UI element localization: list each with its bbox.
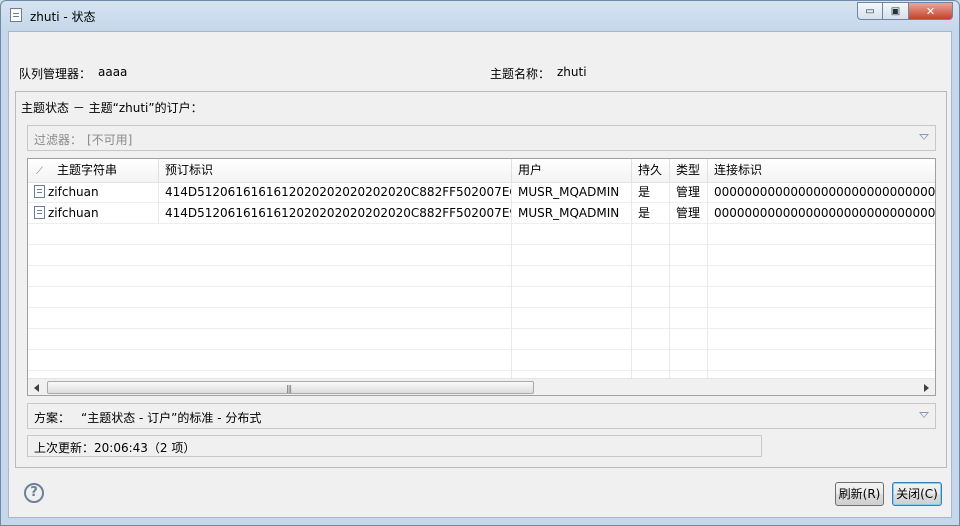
group-title: 主题状态 － 主题“zhuti”的订户： — [21, 101, 203, 115]
topic-name-value: zhuti — [557, 65, 587, 79]
scheme-dropdown[interactable]: 方案： “主题状态 - 订户”的标准 - 分布式 — [27, 403, 936, 429]
topic-name-label: 主题名称： — [490, 67, 551, 81]
column-header-user[interactable]: 用户 — [512, 159, 632, 182]
cell-topic-string: zifchuan — [28, 203, 159, 224]
document-icon — [34, 206, 45, 219]
column-header-subscription-id[interactable]: 预订标识 — [159, 159, 512, 182]
refresh-button[interactable]: 刷新(R) — [835, 482, 884, 506]
cell-type: 管理 — [670, 203, 708, 224]
column-header-durable[interactable]: 持久 — [632, 159, 670, 182]
column-divider — [512, 224, 632, 378]
cell-durable: 是 — [632, 182, 670, 203]
close-button[interactable]: 关闭(C) — [892, 482, 942, 506]
column-divider — [632, 224, 670, 378]
horizontal-scrollbar[interactable]: ||| — [28, 378, 935, 395]
filter-value: [不可用] — [87, 133, 133, 147]
cell-type: 管理 — [670, 182, 708, 203]
dialog-window: zhuti - 状态 ▭ ▣ ✕ 队列管理器： aaaa 主题名称： zhuti… — [0, 0, 960, 526]
cell-durable: 是 — [632, 203, 670, 224]
last-update-text: 上次更新：20:06:43（2 项） — [34, 441, 196, 455]
filter-dropdown[interactable]: 过滤器： [不可用] — [27, 125, 936, 151]
minimize-icon: ▭ — [865, 5, 875, 17]
cell-user: MUSR_MQADMIN — [512, 203, 632, 224]
column-header-topic-string[interactable]: ⟋ 主题字符串 — [28, 159, 159, 182]
table-header: ⟋ 主题字符串 预订标识 用户 持久 类型 连接标识 — [28, 159, 935, 183]
subscribers-group: 主题状态 － 主题“zhuti”的订户： 过滤器： [不可用] ⟋ 主题字符串 预… — [15, 91, 947, 468]
close-window-button[interactable]: ✕ — [909, 2, 953, 20]
dialog-client-area: 队列管理器： aaaa 主题名称： zhuti 主题状态 － 主题“zhuti”… — [8, 31, 952, 518]
scroll-left-icon[interactable] — [34, 384, 39, 392]
maximize-icon: ▣ — [890, 5, 901, 17]
close-icon: ✕ — [925, 4, 936, 18]
filter-label: 过滤器： — [34, 133, 83, 147]
scroll-right-icon[interactable] — [924, 384, 929, 392]
cell-connection-id: 0000000000000000000000000000000000000000… — [714, 206, 936, 220]
column-header-type[interactable]: 类型 — [670, 159, 708, 182]
queue-manager-label: 队列管理器： — [19, 67, 92, 81]
sort-icon: ⟋ — [36, 166, 43, 177]
window-title: zhuti - 状态 — [30, 10, 96, 24]
caption-buttons: ▭ ▣ ✕ — [857, 2, 953, 20]
document-icon — [34, 185, 45, 198]
cell-topic-string: zifchuan — [28, 182, 159, 203]
chevron-down-icon[interactable] — [919, 134, 929, 140]
subscribers-table[interactable]: ⟋ 主题字符串 预订标识 用户 持久 类型 连接标识 zifchuan 414D5… — [27, 158, 936, 396]
scheme-value: “主题状态 - 订户”的标准 - 分布式 — [81, 411, 262, 425]
cell-user: MUSR_MQADMIN — [512, 182, 632, 203]
chevron-down-icon[interactable] — [919, 412, 929, 418]
maximize-button[interactable]: ▣ — [883, 2, 909, 20]
scrollbar-thumb[interactable]: ||| — [47, 381, 534, 394]
document-icon — [10, 8, 22, 22]
status-bar: 上次更新：20:06:43（2 项） — [27, 435, 762, 457]
cell-subscription-id: 414D5120616161612020202020202020C882FF50… — [159, 182, 512, 203]
cell-subscription-id: 414D5120616161612020202020202020C882FF50… — [159, 203, 512, 224]
scheme-label: 方案： — [34, 411, 71, 425]
help-icon[interactable]: ? — [24, 483, 44, 503]
table-row[interactable]: zifchuan 414D512061616161202020202020202… — [28, 203, 936, 224]
minimize-button[interactable]: ▭ — [857, 2, 883, 20]
column-divider — [670, 224, 708, 378]
column-header-connection-id[interactable]: 连接标识 — [708, 159, 935, 182]
queue-manager-value: aaaa — [98, 65, 128, 79]
cell-connection-id: 0000000000000000000000000000000000000000… — [714, 185, 936, 199]
title-bar[interactable]: zhuti - 状态 ▭ ▣ ✕ — [1, 1, 959, 31]
grip-icon: ||| — [286, 384, 292, 393]
table-row[interactable]: zifchuan 414D512061616161202020202020202… — [28, 182, 936, 203]
column-divider — [159, 224, 512, 378]
